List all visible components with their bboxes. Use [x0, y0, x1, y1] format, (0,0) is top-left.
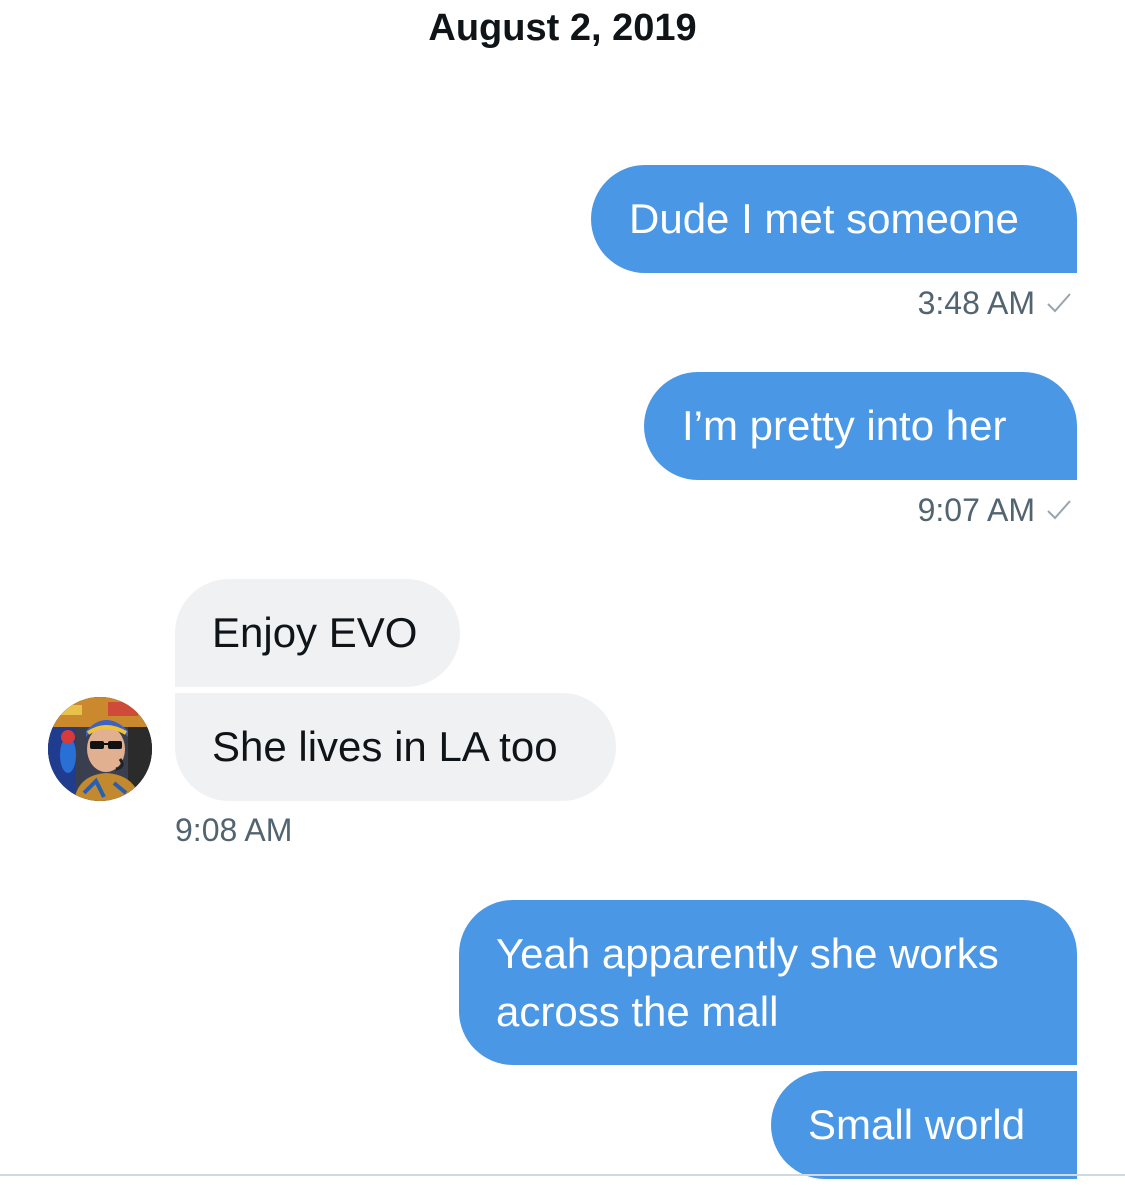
- check-icon: [1047, 293, 1071, 313]
- conversation-date-header: August 2, 2019: [428, 7, 697, 49]
- message-timestamp: 9:08 AM: [175, 812, 293, 848]
- message-timestamp: 9:07 AM: [917, 492, 1035, 528]
- avatar-image: [48, 697, 152, 801]
- check-icon: [1047, 500, 1071, 520]
- message-bubble-sent[interactable]: I’m pretty into her: [644, 372, 1077, 480]
- avatar[interactable]: [48, 697, 152, 801]
- message-meta: 3:48 AM: [918, 285, 1073, 321]
- message-timestamp: 3:48 AM: [917, 285, 1035, 321]
- divider: [0, 1174, 1125, 1176]
- message-meta: 9:07 AM: [918, 492, 1073, 528]
- message-bubble-sent[interactable]: Dude I met someone: [591, 165, 1077, 273]
- message-bubble-received[interactable]: Enjoy EVO: [175, 579, 460, 687]
- message-bubble-sent[interactable]: Yeah apparently she works across the mal…: [459, 900, 1077, 1065]
- message-bubble-sent[interactable]: Small world: [771, 1071, 1077, 1179]
- message-bubble-received[interactable]: She lives in LA too: [175, 693, 616, 801]
